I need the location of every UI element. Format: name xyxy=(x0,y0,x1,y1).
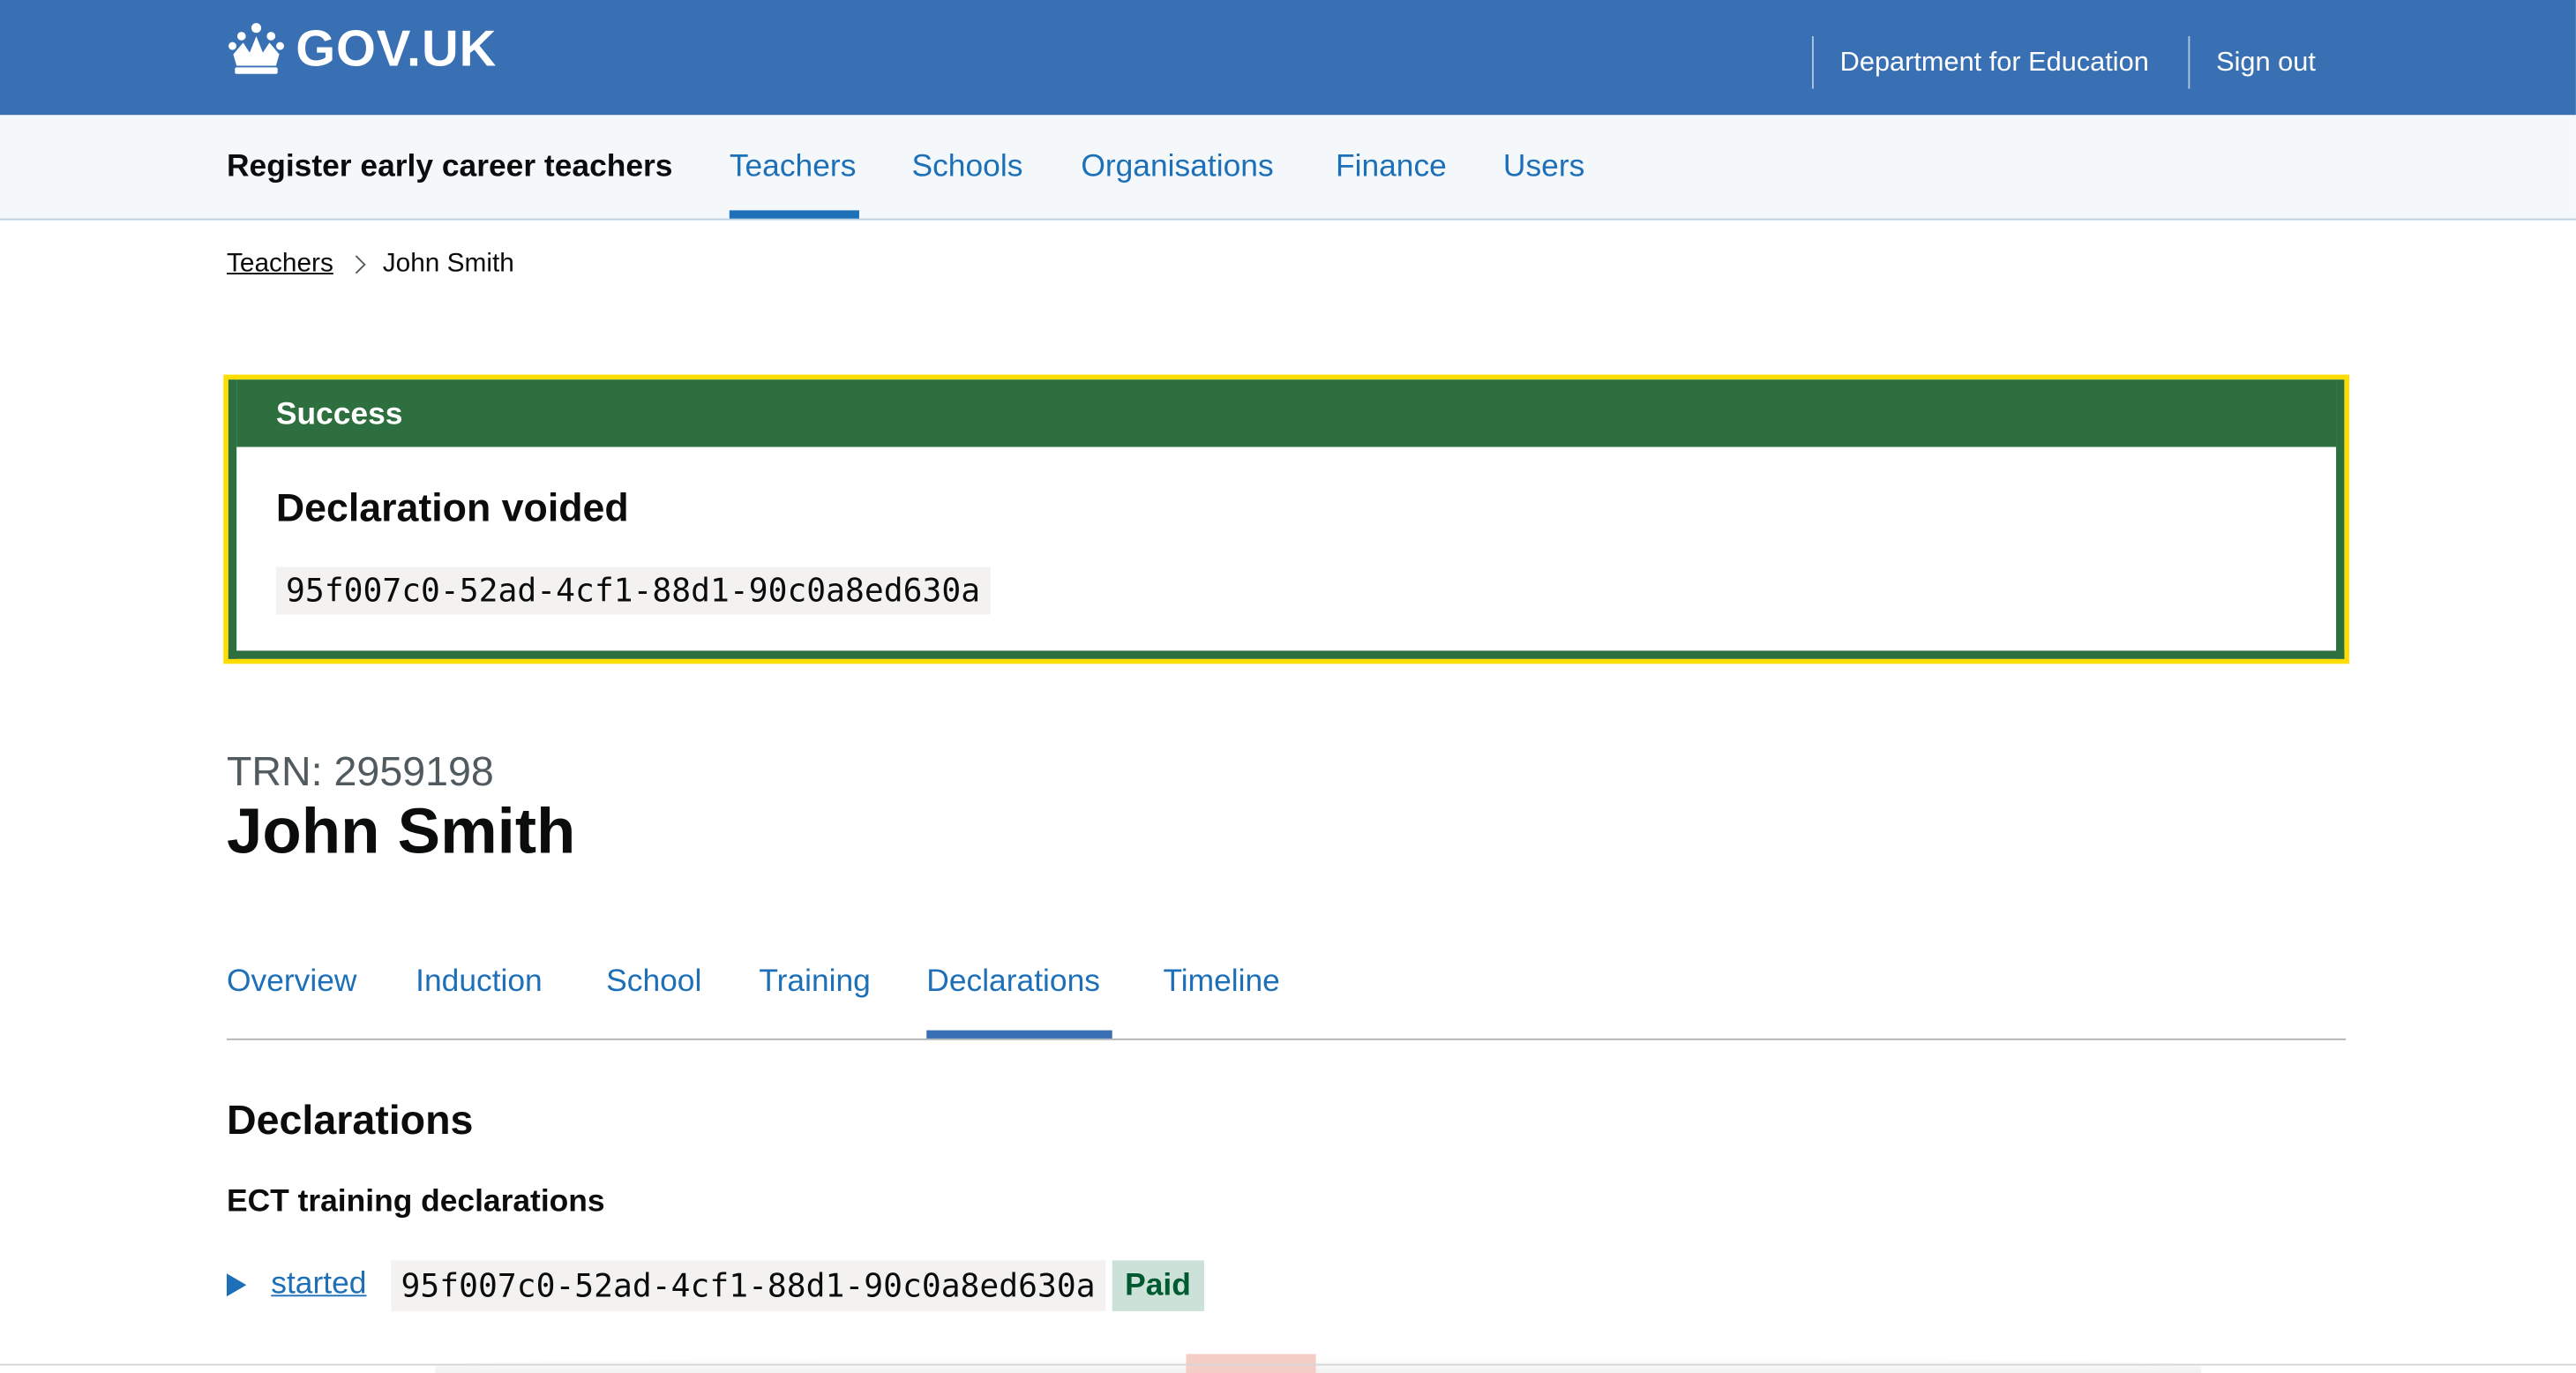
tabs-divider xyxy=(226,1038,2347,1040)
gov-header: GOV.UK Department for Education Sign out xyxy=(0,0,2576,116)
govuk-logo-text: GOV.UK xyxy=(296,19,498,78)
tab-school[interactable]: School xyxy=(606,964,701,1001)
tab-induction[interactable]: Induction xyxy=(416,964,543,1001)
breadcrumb: Teachers John Smith xyxy=(227,250,514,280)
declarations-heading: Declarations xyxy=(226,1097,474,1144)
nav-active-indicator xyxy=(729,210,859,219)
declaration-details[interactable]: started 95f007c0-52ad-4cf1-88d1-90c0a8ed… xyxy=(226,1258,1204,1311)
service-name: Register early career teachers xyxy=(226,149,673,184)
declaration-id-code: 95f007c0-52ad-4cf1-88d1-90c0a8ed630a xyxy=(275,566,991,615)
page-title: John Smith xyxy=(226,797,576,868)
chevron-right-icon xyxy=(347,255,366,274)
triangle-right-icon[interactable] xyxy=(226,1273,247,1297)
success-banner-heading: Declaration voided xyxy=(275,486,629,531)
breadcrumb-current: John Smith xyxy=(382,250,514,278)
service-navigation: Register early career teachers Teachers … xyxy=(0,115,2576,221)
organisation-link[interactable]: Department for Education xyxy=(1840,48,2149,79)
header-separator xyxy=(1812,35,1814,89)
status-badge: Paid xyxy=(1112,1259,1204,1311)
crown-icon xyxy=(228,23,284,74)
trn-caption: TRN: 2959198 xyxy=(226,749,494,796)
bottom-edge xyxy=(0,1363,2576,1366)
tab-overview[interactable]: Overview xyxy=(227,964,356,1001)
success-banner-header: Success xyxy=(236,379,2337,447)
tab-timeline[interactable]: Timeline xyxy=(1163,964,1279,1001)
nav-item-schools[interactable]: Schools xyxy=(912,149,1023,185)
tab-training[interactable]: Training xyxy=(759,964,871,1001)
tab-declarations[interactable]: Declarations xyxy=(926,964,1100,1001)
success-banner: Success Declaration voided 95f007c0-52ad… xyxy=(223,374,2349,664)
govuk-logo-link[interactable]: GOV.UK xyxy=(227,19,497,79)
nav-item-finance[interactable]: Finance xyxy=(1336,149,1447,185)
success-banner-title: Success xyxy=(275,397,403,432)
page: GOV.UK Department for Education Sign out… xyxy=(0,0,2576,1373)
declaration-id: 95f007c0-52ad-4cf1-88d1-90c0a8ed630a xyxy=(391,1259,1105,1311)
tab-active-indicator xyxy=(926,1030,1112,1039)
header-separator xyxy=(2188,35,2190,89)
ect-declarations-subheading: ECT training declarations xyxy=(226,1184,605,1219)
breadcrumb-link-teachers[interactable]: Teachers xyxy=(227,250,333,280)
success-banner-body: Success Declaration voided 95f007c0-52ad… xyxy=(228,379,2345,659)
sign-out-link[interactable]: Sign out xyxy=(2216,48,2316,79)
nav-item-users[interactable]: Users xyxy=(1503,149,1584,185)
nav-item-teachers[interactable]: Teachers xyxy=(730,149,857,185)
declaration-type-link[interactable]: started xyxy=(271,1267,366,1303)
nav-item-organisations[interactable]: Organisations xyxy=(1081,149,1273,185)
